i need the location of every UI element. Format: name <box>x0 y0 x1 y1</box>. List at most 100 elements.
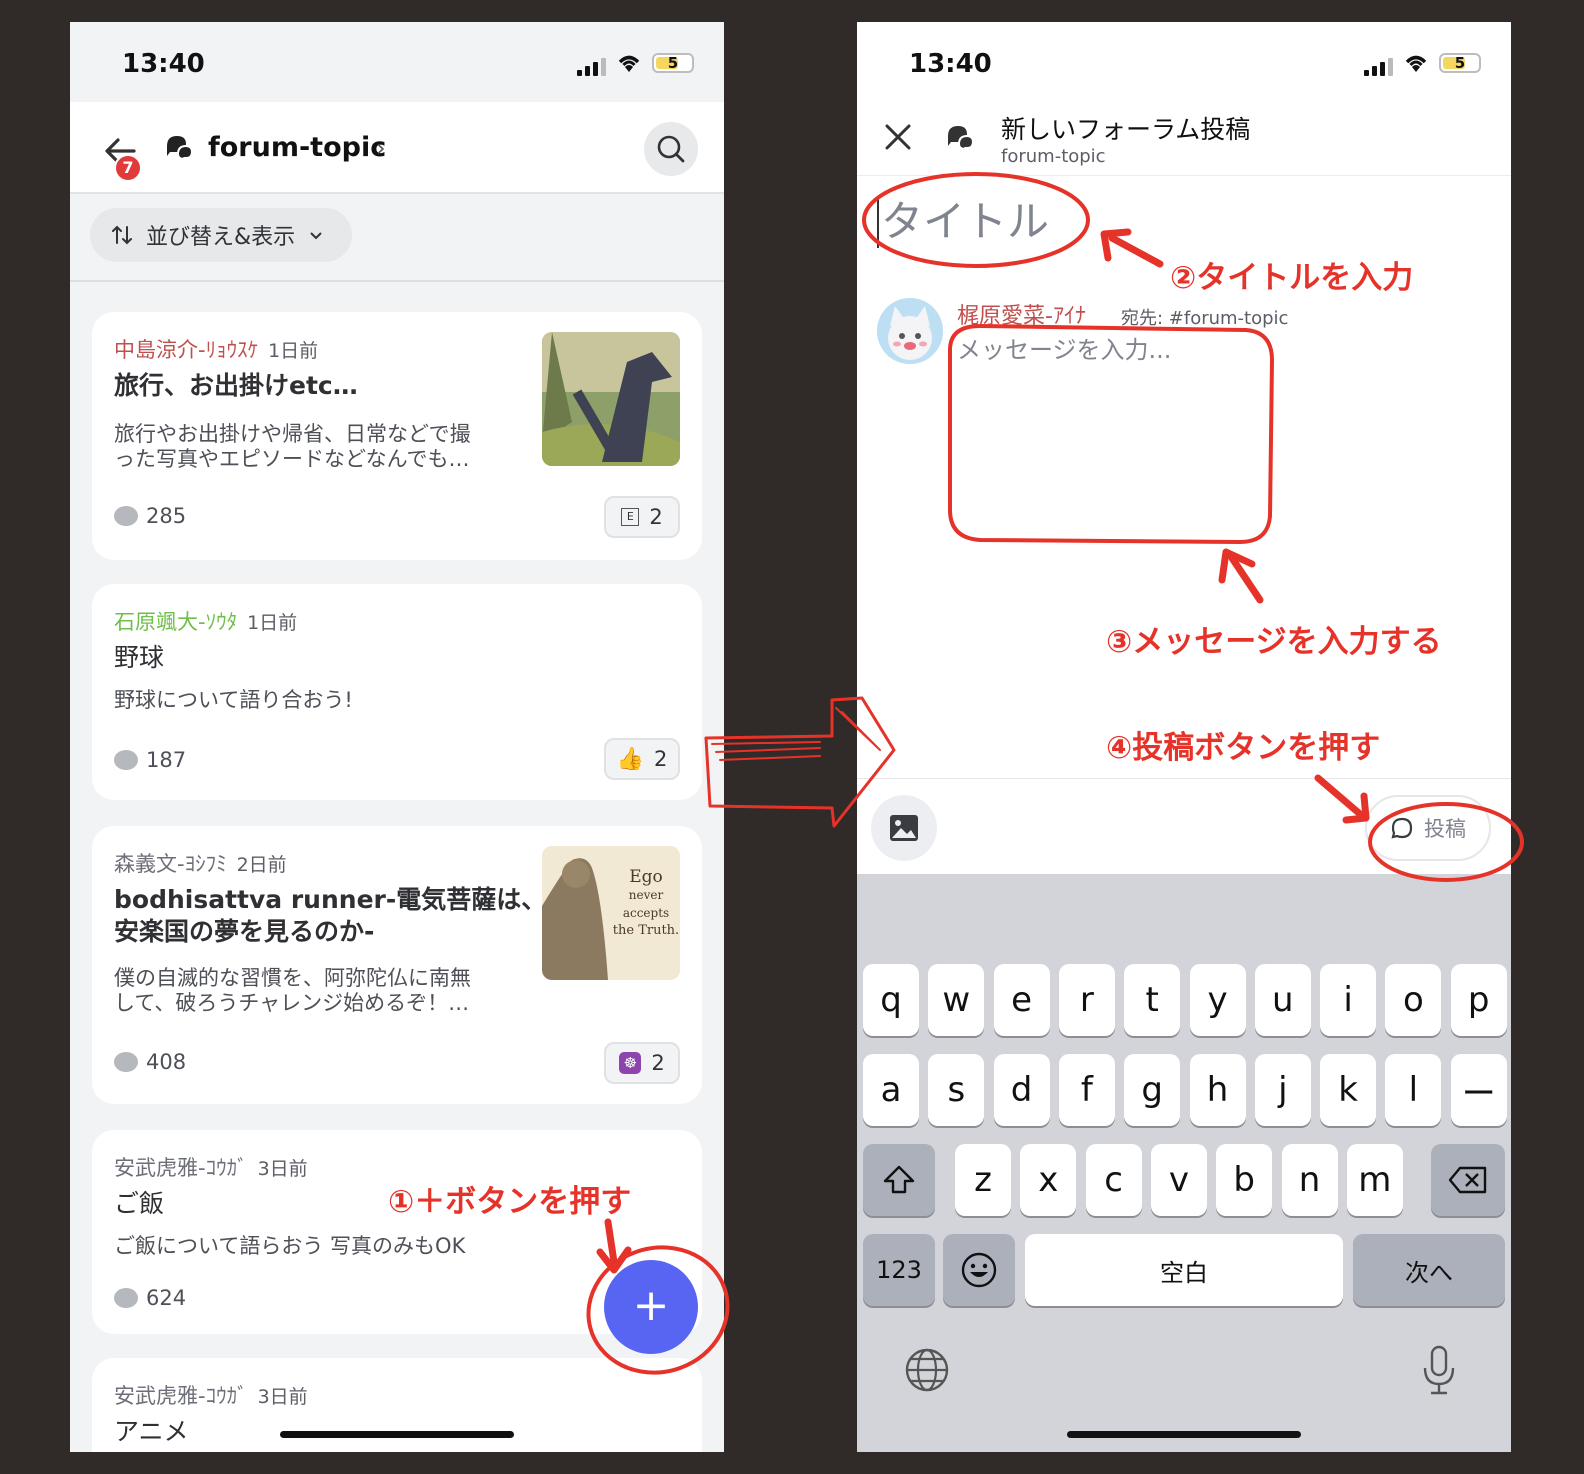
step2-annotation: ②タイトルを入力 <box>1170 260 1414 296</box>
key-j[interactable]: j <box>1254 1054 1311 1126</box>
post-author: 中島涼介-ﾘｮｳｽｹ <box>114 338 259 362</box>
key-y[interactable]: y <box>1189 964 1246 1036</box>
key-d[interactable]: d <box>993 1054 1050 1126</box>
key-v[interactable]: v <box>1150 1144 1207 1216</box>
post-title: 旅行、お出掛けetc… <box>114 371 358 400</box>
home-indicator <box>280 1431 514 1438</box>
key-n[interactable]: n <box>1281 1144 1338 1216</box>
search-icon <box>657 135 685 163</box>
battery-icon: 5 <box>1439 53 1481 73</box>
comment-count: 408 <box>114 1050 186 1074</box>
key-c[interactable]: c <box>1085 1144 1142 1216</box>
microphone-icon[interactable] <box>1419 1344 1459 1396</box>
keyboard: 123 空白 次へ qwertyuiop asdfghjklー zxcvbnm <box>857 874 1511 1452</box>
post-author-row: 安武虎雅-ｺｳｶﾞ 3日前 <box>114 1380 308 1410</box>
unread-badge: 7 <box>114 154 142 182</box>
sort-label: 並び替え&表示 <box>146 225 296 250</box>
key-i[interactable]: i <box>1320 964 1377 1036</box>
post-description: ご飯について語らおう 写真のみもOK <box>114 1234 466 1258</box>
step1-annotation: ①＋ボタンを押す <box>388 1184 632 1220</box>
forum-channel-icon <box>948 126 975 152</box>
key-g[interactable]: g <box>1124 1054 1181 1126</box>
compose-header: 新しいフォーラム投稿 forum-topic <box>857 102 1511 176</box>
reaction-chip[interactable]: ☸ 2 <box>604 1042 680 1084</box>
status-time: 13:40 <box>122 49 205 79</box>
post-author-row: 安武虎雅-ｺｳｶﾞ 3日前 <box>114 1152 308 1182</box>
comment-bubble-icon <box>114 506 138 526</box>
comment-bubble-icon <box>114 1052 138 1072</box>
compose-channel: forum-topic <box>1001 146 1106 167</box>
channel-name[interactable]: forum-topic <box>208 132 386 163</box>
sort-display-button[interactable]: 並び替え&表示 <box>90 208 352 262</box>
key-p[interactable]: p <box>1450 964 1507 1036</box>
key-r[interactable]: r <box>1058 964 1115 1036</box>
delete-key[interactable] <box>1431 1144 1505 1216</box>
next-key[interactable]: 次へ <box>1353 1234 1505 1306</box>
comment-bubble-icon <box>114 1288 138 1308</box>
reaction-chip[interactable]: E2 <box>604 496 680 538</box>
wifi-icon <box>1405 55 1427 72</box>
compose-toolbar: 投稿 <box>857 778 1511 874</box>
key-a[interactable]: a <box>863 1054 919 1126</box>
key-k[interactable]: k <box>1320 1054 1377 1126</box>
chat-bubble-icon <box>1391 817 1413 839</box>
shift-key[interactable] <box>863 1144 935 1216</box>
key-q[interactable]: q <box>863 964 919 1036</box>
emoji-icon <box>961 1252 997 1288</box>
key-l[interactable]: l <box>1385 1054 1442 1126</box>
key-m[interactable]: m <box>1346 1144 1403 1216</box>
post-title: 野球 <box>114 643 165 672</box>
space-key[interactable]: 空白 <box>1025 1234 1343 1306</box>
new-post-fab-button[interactable]: + <box>604 1260 698 1354</box>
post-author: 安武虎雅-ｺｳｶﾞ <box>114 1156 248 1180</box>
key-b[interactable]: b <box>1216 1144 1273 1216</box>
key-e[interactable]: e <box>993 964 1050 1036</box>
chevron-down-icon <box>310 232 322 240</box>
forum-post-card[interactable]: 石原颯大-ｿｳﾀ 1日前 野球 野球について語り合おう! 187 👍 2 <box>92 584 702 800</box>
key-z[interactable]: z <box>955 1144 1011 1216</box>
key-t[interactable]: t <box>1124 964 1181 1036</box>
reaction-chip[interactable]: 👍 2 <box>604 738 680 780</box>
emoji-key[interactable] <box>943 1234 1015 1306</box>
key-w[interactable]: w <box>928 964 985 1036</box>
attach-image-button[interactable] <box>871 795 937 861</box>
post-description: 僕の自滅的な習慣を、阿弥陀仏に南無 して、破ろうチャレンジ始めるぞ！… <box>114 966 471 1015</box>
step3-annotation: ③メッセージを入力する <box>1106 624 1442 660</box>
key-o[interactable]: o <box>1385 964 1442 1036</box>
globe-icon[interactable] <box>903 1346 951 1394</box>
post-author-row: 中島涼介-ﾘｮｳｽｹ 1日前 <box>114 334 318 364</box>
post-age: 3日前 <box>257 1158 308 1180</box>
comment-count: 624 <box>114 1286 186 1310</box>
channel-header: 7 forum-topic › <box>70 102 724 194</box>
post-title: ご飯 <box>114 1189 165 1218</box>
key-long-vowel[interactable]: ー <box>1450 1054 1507 1126</box>
forum-post-card[interactable]: 中島涼介-ﾘｮｳｽｹ 1日前 旅行、お出掛けetc… 旅行やお出掛けや帰省、日常な… <box>92 312 702 560</box>
e-box-emoji-icon: E <box>621 508 640 526</box>
post-author: 安武虎雅-ｺｳｶﾞ <box>114 1384 248 1408</box>
message-author: 梶原愛菜-ｱｲﾅ <box>957 304 1086 329</box>
key-h[interactable]: h <box>1189 1054 1246 1126</box>
forum-post-card[interactable]: 森義文-ﾖｼﾌﾐ 2日前 bodhisattva runner-電気菩薩は、 安楽国… <box>92 826 702 1104</box>
forum-channel-icon <box>167 136 194 162</box>
post-description: 野球について語り合おう! <box>114 688 353 712</box>
close-icon[interactable] <box>883 122 913 152</box>
key-u[interactable]: u <box>1254 964 1311 1036</box>
post-title: アニメ <box>114 1417 189 1446</box>
cellular-signal-icon <box>577 56 606 76</box>
post-title-input[interactable]: タイトル <box>877 198 1049 248</box>
dharma-wheel-emoji-icon: ☸ <box>619 1052 642 1074</box>
search-button[interactable] <box>644 122 698 176</box>
key-x[interactable]: x <box>1020 1144 1077 1216</box>
numbers-key[interactable]: 123 <box>863 1234 935 1306</box>
post-title: bodhisattva runner-電気菩薩は、 安楽国の夢を見るのか- <box>114 885 547 946</box>
message-input[interactable]: メッセージを入力... <box>957 330 1171 365</box>
post-thumbnail <box>542 332 680 466</box>
step4-annotation: ④投稿ボタンを押す <box>1106 730 1381 766</box>
post-description: 旅行やお出掛けや帰省、日常などで撮 った写真やエピソードなどなんでも… <box>114 422 471 471</box>
post-age: 1日前 <box>247 612 298 634</box>
home-indicator <box>1067 1431 1301 1438</box>
post-button[interactable]: 投稿 <box>1365 795 1491 861</box>
key-f[interactable]: f <box>1058 1054 1115 1126</box>
message-recipient: 宛先: #forum-topic <box>1121 308 1289 329</box>
key-s[interactable]: s <box>928 1054 985 1126</box>
